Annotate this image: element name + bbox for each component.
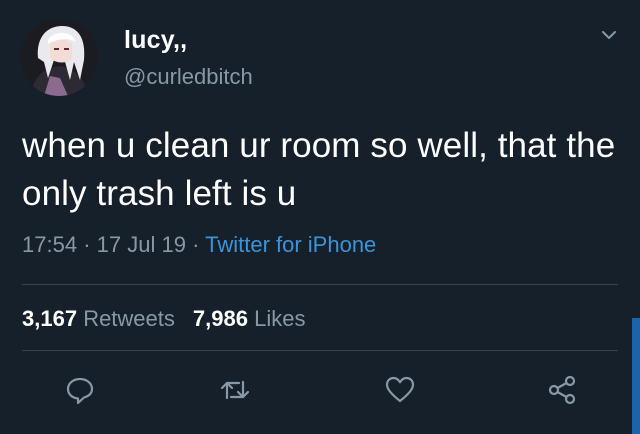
likes-stat[interactable]: 7,986 Likes (193, 306, 306, 331)
divider-top (22, 284, 618, 285)
meta-separator: · (83, 232, 91, 257)
tweet-stats: 3,167 Retweets 7,986 Likes (22, 306, 305, 332)
tweet-text: when u clean ur room so well, that the o… (22, 126, 616, 213)
heart-icon[interactable] (384, 374, 416, 406)
likes-label: Likes (254, 306, 306, 331)
tweet-date: 17 Jul 19 (96, 232, 186, 257)
share-icon[interactable] (546, 374, 578, 406)
avatar-image (20, 18, 98, 96)
likes-count: 7,986 (192, 306, 248, 331)
retweets-count: 3,167 (22, 306, 78, 331)
tweet-source-link[interactable]: Twitter for iPhone (205, 232, 376, 257)
meta-separator: · (192, 232, 200, 257)
retweets-stat[interactable]: 3,167 Retweets (22, 306, 175, 331)
retweet-icon[interactable] (219, 374, 251, 406)
tweet-time: 17:54 (22, 232, 78, 257)
chevron-down-icon[interactable] (598, 24, 620, 46)
user-display-name[interactable]: lucy,, (124, 26, 187, 55)
retweets-label: Retweets (83, 306, 175, 331)
reply-icon[interactable] (64, 374, 96, 406)
avatar[interactable] (20, 18, 98, 96)
tweet-meta: 17:54 · 17 Jul 19 · Twitter for iPhone (22, 232, 376, 258)
divider-bottom (22, 350, 618, 351)
scroll-indicator (632, 318, 640, 434)
user-handle[interactable]: @curledbitch (124, 64, 253, 90)
